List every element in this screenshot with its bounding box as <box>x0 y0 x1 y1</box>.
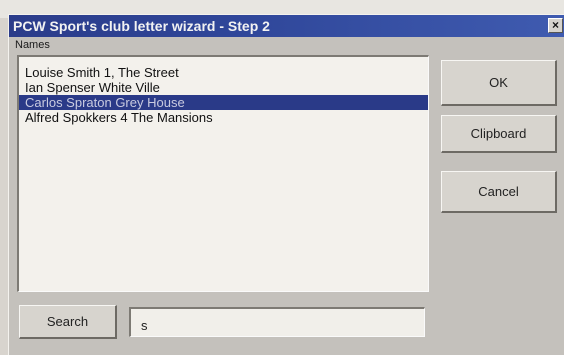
letter-wizard-dialog: PCW Sport's club letter wizard - Step 2 … <box>8 14 564 355</box>
ok-button[interactable]: OK <box>441 60 557 106</box>
list-item[interactable]: Alfred Spokkers 4 The Mansions <box>19 110 428 125</box>
dialog-titlebar[interactable]: PCW Sport's club letter wizard - Step 2 … <box>9 15 564 37</box>
close-icon[interactable]: × <box>548 18 563 33</box>
names-listbox[interactable]: Louise Smith 1, The Street Ian Spenser W… <box>17 55 429 292</box>
names-label: Names <box>15 39 50 51</box>
list-item-selected[interactable]: Carlos Spraton Grey House <box>19 95 428 110</box>
clipboard-button[interactable]: Clipboard <box>441 115 557 153</box>
dialog-title: PCW Sport's club letter wizard - Step 2 <box>13 18 270 34</box>
cancel-button[interactable]: Cancel <box>441 171 557 213</box>
list-item[interactable]: Ian Spenser White Ville <box>19 80 428 95</box>
search-button[interactable]: Search <box>19 305 117 339</box>
search-input[interactable] <box>129 307 425 337</box>
list-item[interactable]: Louise Smith 1, The Street <box>19 65 428 80</box>
